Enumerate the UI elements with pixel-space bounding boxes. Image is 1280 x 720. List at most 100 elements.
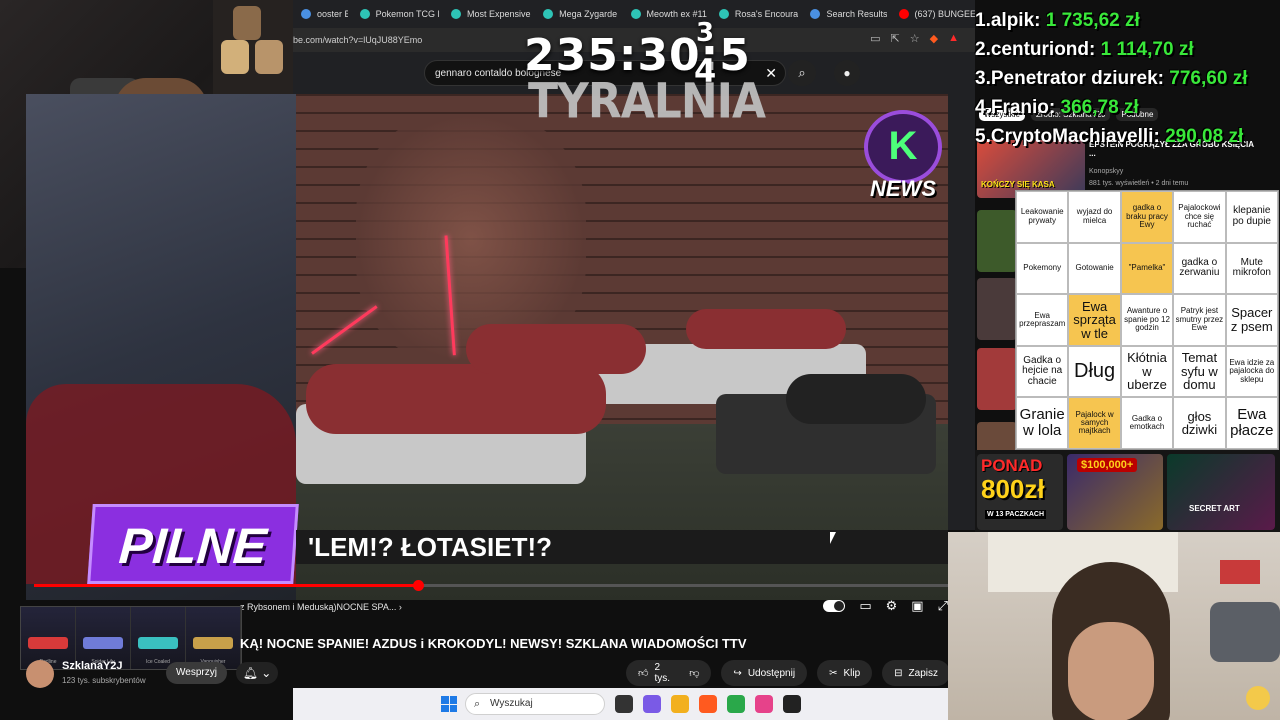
tab-favicon-icon: [718, 9, 729, 19]
video-progress-bar[interactable]: [34, 580, 948, 591]
share-label: Udostępnij: [747, 667, 796, 679]
mouse-cursor: [830, 532, 836, 544]
task-view-icon[interactable]: [615, 695, 633, 713]
search-icon[interactable]: ⌕: [788, 60, 816, 86]
tab-favicon-icon: [451, 9, 461, 19]
browser-icon[interactable]: [755, 695, 773, 713]
miniplayer-icon[interactable]: ▣: [911, 598, 923, 614]
thumb-text: KOŃCZY SIĘ KASA: [981, 180, 1055, 189]
video-thumbnail[interactable]: [977, 348, 1017, 410]
browser-tab[interactable]: (637) BUNGEE JUMP: [891, 1, 975, 27]
rifle-icon: [193, 637, 233, 649]
leaderboard-rank: 3.: [975, 68, 991, 89]
leaderboard-row: 1.alpik: 1 735,62 zł: [975, 6, 1280, 35]
promo-thumbnail[interactable]: $100,000+: [1067, 454, 1163, 530]
leaderboard-name: Franio:: [990, 97, 1056, 118]
chrome-icon[interactable]: [727, 695, 745, 713]
browser-tab[interactable]: Most Expensive Pokem: [443, 1, 531, 27]
tab-label: ooster Box: [317, 9, 348, 19]
subtitles-icon[interactable]: ▭: [859, 598, 871, 614]
progress-fill: [34, 584, 418, 587]
leaderboard-row: 4.Franio: 366,78 zł: [975, 93, 1280, 122]
video-thumbnail[interactable]: [977, 278, 1017, 340]
promo-thumbnails: PONAD 800zł W 13 PACZKACH $100,000+ SECR…: [975, 450, 1280, 532]
app-icon[interactable]: [783, 695, 801, 713]
bingo-cell: Temat syfu w domu: [1173, 345, 1226, 398]
thumbs-down-icon[interactable]: 👎︎: [689, 667, 699, 679]
brave-shield-icon[interactable]: ◆: [930, 32, 938, 45]
chapter-title[interactable]: z Rybsonem i Meduską)NOCNE SPA... ›: [240, 602, 402, 612]
browser-tab[interactable]: Mega Zygarde ex #11: [535, 1, 619, 27]
leaderboard-name: Penetrator dziurek:: [990, 68, 1165, 89]
brave-icon[interactable]: [699, 695, 717, 713]
browser-tab[interactable]: Rosa's Encouragement: [711, 1, 798, 27]
browser-tab[interactable]: Search Results | Card: [802, 1, 887, 27]
chapter-text: z Rybsonem i Meduską)NOCNE SPA...: [240, 602, 397, 612]
rewards-icon[interactable]: ▲: [948, 32, 959, 45]
tab-favicon-icon: [301, 9, 311, 19]
clear-icon[interactable]: ✕: [765, 65, 777, 82]
rifle-icon: [83, 637, 123, 649]
channel-name[interactable]: SzklanaY2J: [62, 660, 123, 672]
file-explorer-icon[interactable]: [671, 695, 689, 713]
support-button[interactable]: Wesprzyj: [166, 662, 227, 684]
figure: [221, 40, 249, 74]
save-label: Zapisz: [908, 667, 938, 679]
share-button[interactable]: ↪ Udostępnij: [721, 660, 808, 686]
bookmark-icon[interactable]: ☆: [910, 32, 920, 45]
tab-favicon-icon: [898, 9, 909, 19]
bingo-cell: klepanie po dupie: [1225, 191, 1278, 243]
figure: [233, 6, 261, 40]
bingo-cell: Leakowanie prywaty: [1016, 191, 1069, 243]
leaderboard-rank: 5.: [975, 126, 991, 147]
like-button[interactable]: 👍︎ 2 tys. 👎︎: [626, 660, 712, 686]
autoplay-toggle[interactable]: [823, 600, 846, 612]
promo-thumbnail[interactable]: PONAD 800zł W 13 PACZKACH: [977, 454, 1063, 530]
clip-button[interactable]: ✂ Klip: [817, 660, 873, 686]
person-face: [1068, 622, 1154, 720]
url-text[interactable]: be.com/watch?v=lUqJU88YEmo: [293, 35, 422, 45]
leaderboard-row: 5.CryptoMachiavelli: 290,08 zł: [975, 122, 1280, 151]
browser-tab[interactable]: Meowth ex #114 Price: [623, 1, 707, 27]
blanket: [306, 364, 606, 434]
news-ticker: 'LEM!? ŁOTASIET!?: [296, 530, 948, 564]
windows-start-icon[interactable]: [441, 696, 457, 712]
browser-tab[interactable]: Pokemon TCG Booster: [352, 1, 439, 27]
promo-value: $100,000+: [1077, 458, 1138, 472]
save-button[interactable]: ⊟ Zapisz: [882, 660, 950, 686]
second-webcam: [948, 532, 1280, 720]
tab-favicon-icon: [630, 9, 641, 19]
bingo-cell: Kłótnia w uberze: [1120, 345, 1174, 398]
browser-tab[interactable]: ooster Box: [293, 1, 348, 27]
share-icon[interactable]: ⇱: [891, 32, 900, 45]
sofa: [1210, 602, 1280, 662]
bingo-cell: wyjazd do mielca: [1068, 191, 1121, 243]
fullscreen-icon[interactable]: ⤢: [938, 598, 948, 614]
sleeping-person: [786, 374, 926, 424]
chevron-right-icon: ›: [398, 602, 402, 612]
microphone-icon[interactable]: ●: [834, 60, 860, 86]
bell-icon[interactable]: 🔔︎ ⌄: [236, 662, 278, 684]
video-thumbnail[interactable]: [977, 210, 1017, 272]
bingo-cell: Ewa płacze: [1225, 397, 1278, 449]
bingo-cell: Awanture o spanie po 12 godzin: [1120, 294, 1174, 346]
bingo-cell: Patryk jest smutny przez Ewe: [1173, 294, 1226, 346]
bingo-cell: Ewa idzie za pajalocka do sklepu: [1225, 345, 1278, 398]
bingo-cell: głos dziwki: [1173, 397, 1226, 449]
promo-thumbnail[interactable]: SECRET ART: [1167, 454, 1275, 530]
news-badge: K: [864, 110, 942, 184]
avatar[interactable]: [26, 660, 54, 688]
settings-icon[interactable]: ⚙: [886, 598, 898, 614]
taskbar-search-placeholder: Wyszukaj: [490, 698, 533, 709]
blanket: [686, 309, 846, 349]
promo-sub: W 13 PACZKACH: [985, 510, 1047, 519]
progress-knob[interactable]: [412, 580, 424, 591]
taskbar-search-input[interactable]: ⌕ Wyszukaj: [465, 693, 605, 715]
copilot-icon[interactable]: [643, 695, 661, 713]
tab-label: Most Expensive Pokem: [467, 9, 531, 19]
rec-channel[interactable]: Konopskyy: [1089, 168, 1123, 175]
cast-icon[interactable]: ▭: [870, 32, 880, 45]
search-icon: ⌕: [474, 698, 481, 710]
news-logo: K NEWS: [860, 110, 946, 210]
tab-label: Mega Zygarde ex #11: [559, 9, 618, 19]
